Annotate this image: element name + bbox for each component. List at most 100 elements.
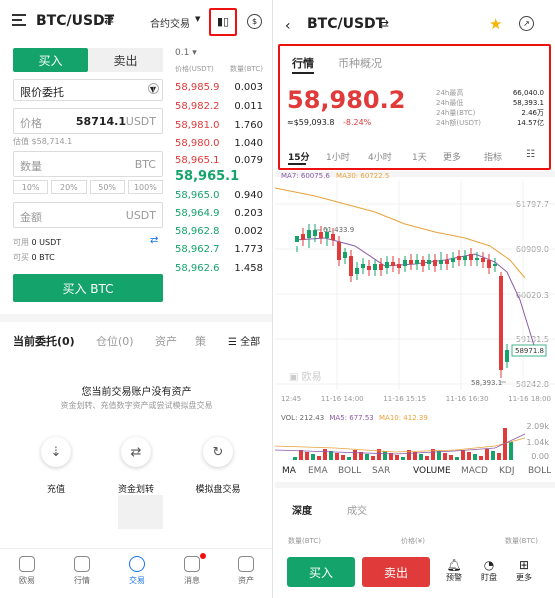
indicator-ma[interactable]: MA: [282, 466, 296, 476]
indicators-button[interactable]: 指标: [484, 150, 502, 163]
nav-label: 资产: [238, 576, 254, 585]
star-icon[interactable]: ★: [489, 15, 502, 33]
indicator-boll-sub[interactable]: BOLL: [528, 466, 551, 476]
tab-coin-overview[interactable]: 币种概况: [338, 55, 382, 71]
ask-row[interactable]: 58,965.1 0.079: [175, 155, 263, 166]
amount-unit: USDT: [125, 209, 156, 222]
transfer-icon[interactable]: ⇄: [150, 235, 158, 246]
ask-row[interactable]: 58,985.9 0.003: [175, 82, 263, 93]
tab-assets[interactable]: 资产: [155, 333, 177, 349]
depth-step-select[interactable]: 0.1 ▾: [175, 48, 197, 58]
bid-row[interactable]: 58,965.0 0.940: [175, 190, 263, 201]
volume-bar: [491, 451, 495, 460]
ask-row[interactable]: 58,982.2 0.011: [175, 101, 263, 112]
tab-trades[interactable]: 成交: [347, 502, 367, 517]
available-value: 0 USDT: [31, 238, 62, 247]
tab-depth[interactable]: 深度: [292, 502, 312, 517]
volume-bar: [341, 455, 345, 460]
interval-1h[interactable]: 1小时: [326, 150, 350, 163]
home-icon: [19, 556, 35, 572]
pair-title[interactable]: BTC/USDT: [307, 16, 385, 32]
candlestick-chart[interactable]: 61,433.9 58,393.1 58971.8: [275, 180, 555, 390]
pair-title[interactable]: BTC/USDT: [36, 13, 114, 29]
sell-button[interactable]: 卖出: [362, 557, 430, 587]
nav-messages[interactable]: 消息: [165, 556, 219, 586]
alert-button[interactable]: 🔔︎ 预警: [441, 558, 467, 583]
quantity-input[interactable]: 数量 BTC: [13, 151, 163, 177]
volume-bar: [335, 453, 339, 460]
ask-row[interactable]: 58,981.0 1.760: [175, 120, 263, 131]
sell-tab[interactable]: 卖出: [88, 48, 163, 72]
buy-btc-button[interactable]: 买入 BTC: [13, 274, 163, 302]
ask-row[interactable]: 58,980.0 1.040: [175, 138, 263, 149]
nav-home[interactable]: 欧易: [0, 556, 54, 586]
candle: [379, 264, 383, 270]
ma7-value: MA7: 60075.6: [281, 172, 330, 180]
demo-trading-label[interactable]: 模拟盘交易: [188, 482, 248, 495]
indicator-kdj[interactable]: KDJ: [499, 466, 515, 476]
more-button[interactable]: ⊞ 更多: [511, 558, 537, 583]
percent-50[interactable]: 50%: [89, 180, 125, 194]
candle: [355, 268, 359, 274]
buy-button[interactable]: 买入: [287, 557, 355, 587]
deposit-label[interactable]: 充值: [36, 482, 76, 495]
buy-tab[interactable]: 买入: [13, 48, 88, 72]
menu-icon[interactable]: [12, 14, 26, 26]
indicator-sar[interactable]: SAR: [372, 466, 390, 476]
nav-market[interactable]: 行情: [55, 556, 109, 586]
indicator-volume[interactable]: VOLUME: [413, 466, 451, 476]
tab-strategy[interactable]: 策: [195, 333, 206, 349]
indicator-ema[interactable]: EMA: [308, 466, 328, 476]
contract-link[interactable]: 合约交易: [150, 15, 190, 30]
nav-trade[interactable]: 交易: [110, 556, 164, 586]
percent-buttons: 10% 20% 50% 100%: [13, 180, 163, 194]
bid-row[interactable]: 58,964.9 0.203: [175, 208, 263, 219]
candle: [445, 260, 449, 264]
deposit-icon[interactable]: ⇣: [41, 437, 71, 467]
bid-row[interactable]: 58,962.8 0.002: [175, 226, 263, 237]
swap-icon[interactable]: ⇄: [379, 17, 389, 31]
stats-block: 24h最高 66,040.0 24h最低 58,393.1 24h量(BTC) 2.4…: [436, 88, 544, 128]
tab-market[interactable]: 行情: [292, 55, 314, 71]
share-icon[interactable]: ↗: [519, 16, 534, 31]
chart-settings-icon[interactable]: ☷: [526, 149, 535, 160]
depth-step-value: 0.1: [175, 48, 190, 58]
demo-trading-icon[interactable]: ↻: [203, 437, 233, 467]
indicator-boll[interactable]: BOLL: [338, 466, 361, 476]
filter-all[interactable]: ☰ 全部: [228, 333, 260, 348]
bid-row[interactable]: 58,962.6 1.458: [175, 263, 263, 274]
header-qty: 数量(BTC): [229, 65, 263, 73]
amount-input[interactable]: 金额 USDT: [13, 202, 163, 228]
percent-100[interactable]: 100%: [127, 180, 163, 194]
interval-more[interactable]: 更多: [443, 150, 461, 163]
x-axis: 12:45 11-16 14:00 11-16 15:15 11-16 16:30 11…: [281, 395, 551, 403]
order-type-select[interactable]: 限价委托 ▼: [13, 79, 163, 101]
nav-label: 消息: [184, 576, 200, 585]
transfer-action-icon[interactable]: ⇄: [121, 437, 151, 467]
bid-row[interactable]: 58,962.7 1.773: [175, 244, 263, 255]
watermark: ▣ 欧易: [289, 368, 322, 383]
settings-icon[interactable]: $: [247, 14, 262, 29]
indicator-macd[interactable]: MACD: [461, 466, 488, 476]
ask-price: 58,985.9: [175, 82, 220, 93]
back-icon[interactable]: ‹: [285, 18, 291, 34]
watermark-label: 欧易: [301, 372, 322, 383]
market-icon: [74, 556, 90, 572]
price-input[interactable]: 价格 58714.1 USDT: [13, 108, 163, 134]
interval-15m[interactable]: 15分: [288, 150, 310, 163]
bid-qty: 1.458: [234, 263, 263, 274]
swap-icon[interactable]: ⇄: [104, 13, 114, 27]
interval-4h[interactable]: 4小时: [368, 150, 392, 163]
nav-assets[interactable]: 资产: [219, 556, 272, 586]
interval-1d[interactable]: 1天: [412, 150, 427, 163]
volume-bar: [353, 450, 357, 460]
percent-20[interactable]: 20%: [51, 180, 87, 194]
watch-button[interactable]: ◔ 盯盘: [476, 558, 502, 583]
transfer-label[interactable]: 资金划转: [106, 482, 166, 495]
volume-bar: [329, 451, 333, 460]
tab-positions[interactable]: 仓位(0): [96, 333, 134, 349]
tab-open-orders[interactable]: 当前委托(0): [13, 333, 75, 349]
info-icon[interactable]: i: [148, 83, 159, 94]
percent-10[interactable]: 10%: [13, 180, 49, 194]
candle: [433, 260, 437, 266]
